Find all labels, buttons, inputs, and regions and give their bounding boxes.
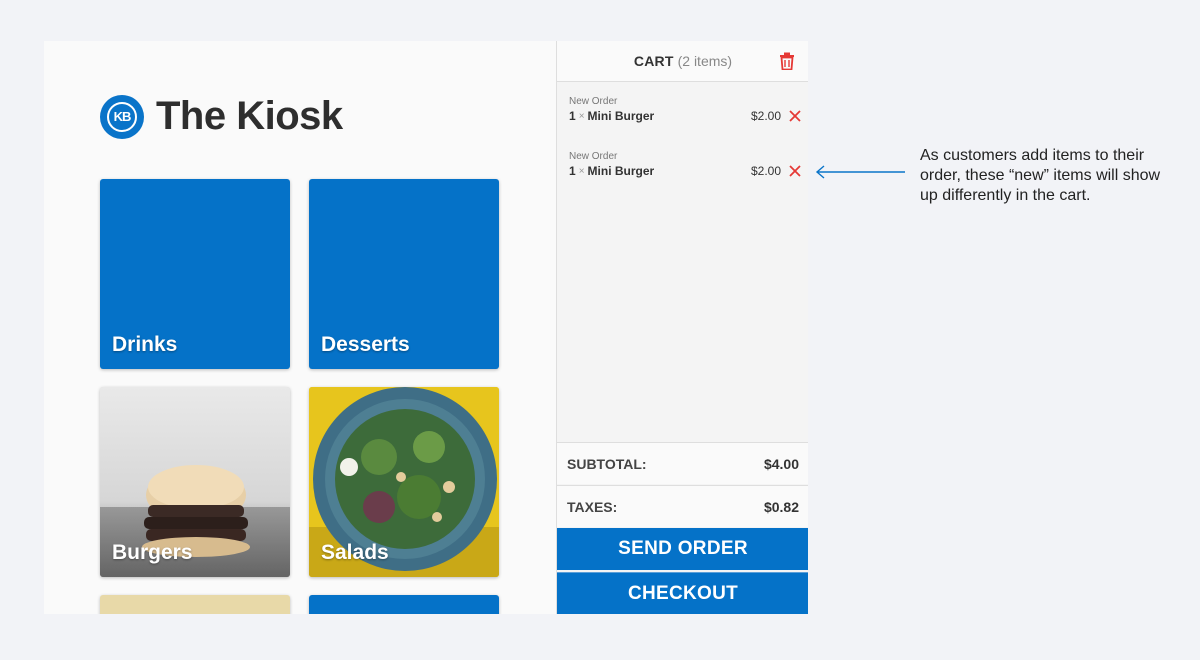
app-title: The Kiosk — [156, 94, 343, 138]
trash-icon[interactable] — [779, 52, 795, 70]
line-price: $2.00 — [750, 109, 781, 123]
cart-line-item: New Order 1 × Mini Burger $2.00 — [569, 96, 801, 123]
taxes-row: TAXES: $0.82 — [557, 485, 808, 527]
category-tile-salads[interactable]: Salads — [309, 387, 499, 577]
cart-header: CART (2 items) — [557, 41, 808, 82]
cart-line-item: New Order 1 × Mini Burger $2.00 — [569, 151, 801, 178]
line-row: 1 × Mini Burger $2.00 — [569, 164, 801, 178]
category-tile-burgers[interactable]: Burgers — [100, 387, 290, 577]
cart-panel: CART (2 items) New Order 1 × Mini Burger… — [556, 41, 808, 614]
kiosk-logo: KB — [100, 94, 144, 139]
annotation-arrow-icon — [815, 165, 905, 179]
subtotal-row: SUBTOTAL: $4.00 — [557, 442, 808, 484]
send-order-button[interactable]: SEND ORDER — [557, 528, 808, 570]
line-status-tag: New Order — [569, 151, 618, 162]
line-quantity: 1 — [569, 109, 576, 123]
kiosk-device-screen: KB The Kiosk Drinks Desserts Burgers Sal… — [44, 41, 808, 614]
remove-icon[interactable] — [789, 110, 801, 122]
brand-header: KB The Kiosk — [100, 94, 343, 139]
line-status-tag: New Order — [569, 96, 618, 107]
category-tile-more[interactable] — [309, 595, 499, 614]
times-symbol: × — [578, 110, 585, 122]
taxes-value: $0.82 — [763, 498, 799, 515]
annotation-note: As customers add items to their order, t… — [920, 147, 1161, 204]
subtotal-value: $4.00 — [763, 455, 799, 472]
remove-icon[interactable] — [789, 165, 801, 177]
category-label: Burgers — [112, 541, 193, 564]
category-tile-fries[interactable] — [100, 595, 290, 614]
category-tile-drinks[interactable]: Drinks — [100, 179, 290, 369]
line-row: 1 × Mini Burger $2.00 — [569, 109, 801, 123]
line-quantity: 1 — [569, 164, 576, 178]
category-label: Drinks — [112, 333, 178, 356]
logo-text: KB — [107, 101, 137, 132]
cart-item-count: (2 items) — [677, 53, 733, 69]
category-label: Desserts — [321, 333, 410, 356]
cart-title: CART — [633, 53, 674, 69]
category-label: Salads — [321, 541, 389, 564]
menu-panel: KB The Kiosk Drinks Desserts Burgers Sal… — [44, 41, 556, 614]
category-tile-desserts[interactable]: Desserts — [309, 179, 499, 369]
line-item-name: Mini Burger — [587, 109, 655, 123]
subtotal-label: SUBTOTAL: — [567, 455, 647, 472]
taxes-label: TAXES: — [567, 498, 618, 515]
line-item-name: Mini Burger — [587, 164, 655, 178]
line-price: $2.00 — [750, 164, 781, 178]
times-symbol: × — [578, 165, 585, 177]
checkout-button[interactable]: CHECKOUT — [557, 572, 808, 614]
